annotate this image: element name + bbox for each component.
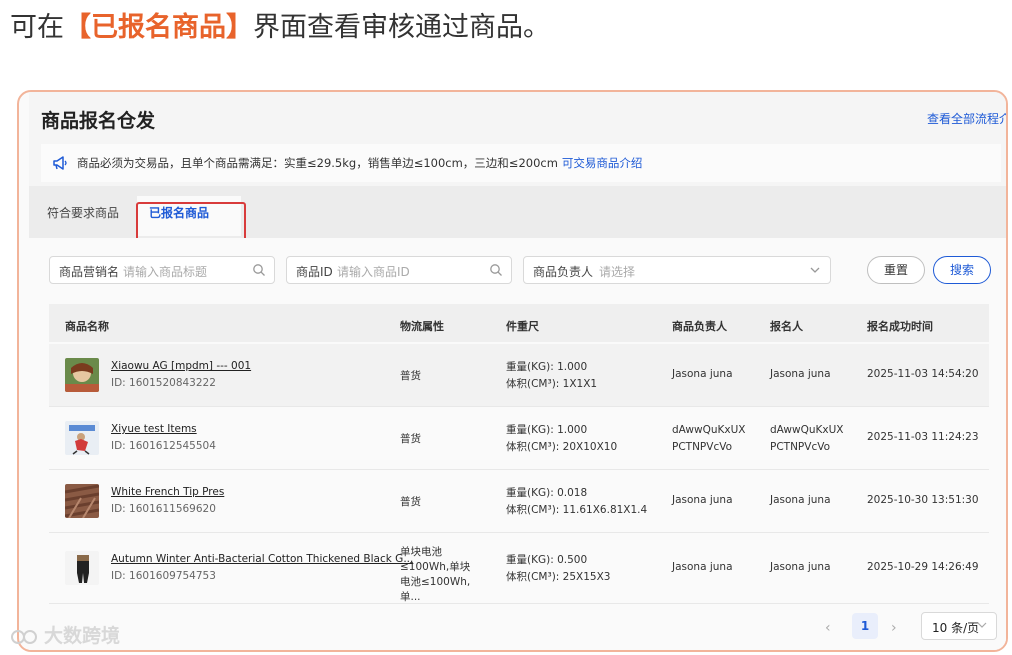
megaphone-icon — [53, 156, 67, 170]
logistics-cell: 单块电池≤100Wh,单块电池≤100Wh,单... — [400, 546, 471, 603]
table-row: White French Tip Pres ID: 1601611569620 … — [49, 470, 989, 533]
pagination-next-button[interactable]: › — [891, 620, 897, 636]
registrant-cell: dAwwQuKxUX PCTNPVcVo — [770, 422, 844, 456]
marketing-name-input[interactable]: 商品营销名 请输入商品标题 — [49, 256, 275, 284]
marketing-name-label: 商品营销名 — [59, 265, 120, 279]
weight-cell: 重量(KG): 0.018 — [506, 487, 588, 499]
logistics-cell: 普货 — [400, 433, 421, 445]
tab-eligible-items[interactable]: 符合要求商品 — [47, 204, 119, 221]
time-cell: 2025-11-03 14:54:20 — [867, 368, 979, 380]
logistics-cell: 普货 — [400, 370, 421, 382]
page-size-value: 10 条/页 — [932, 621, 980, 635]
product-name-link[interactable]: Xiaowu AG [mpdm] --- 001 — [111, 360, 251, 372]
search-icon[interactable] — [252, 263, 266, 277]
pagination-page-1[interactable]: 1 — [852, 613, 878, 639]
time-cell: 2025-11-03 11:24:23 — [867, 431, 979, 443]
product-id: ID: 1601609754753 — [111, 570, 216, 582]
reset-button[interactable]: 重置 — [867, 256, 925, 284]
owner-cell: dAwwQuKxUX PCTNPVcVo — [672, 422, 746, 456]
volume-cell: 体积(CM³): 11.61X6.81X1.4 — [506, 504, 648, 516]
watermark-text: 大数跨境 — [44, 625, 121, 647]
header-registrant: 报名人 — [770, 320, 803, 333]
table-row: Xiyue test Items ID: 1601612545504 普货 重量… — [49, 407, 989, 470]
caption-suffix: 界面查看审核通过商品。 — [253, 12, 550, 43]
header-owner: 商品负责人 — [672, 320, 727, 333]
product-id-label: 商品ID — [296, 265, 333, 279]
table-row: Xiaowu AG [mpdm] --- 001 ID: 16015208432… — [49, 344, 989, 407]
owner-select[interactable]: 商品负责人 请选择 — [523, 256, 831, 284]
product-thumbnail — [65, 551, 99, 585]
volume-cell: 体积(CM³): 25X15X3 — [506, 571, 611, 583]
product-thumbnail — [65, 358, 99, 392]
product-thumbnail — [65, 421, 99, 455]
owner-cell: Jasona juna — [672, 561, 733, 573]
watermark: 大数跨境 — [10, 621, 120, 648]
table-row: Autumn Winter Anti-Bacterial Cotton Thic… — [49, 533, 989, 604]
time-cell: 2025-10-30 13:51:30 — [867, 494, 979, 506]
owner-cell: Jasona juna — [672, 368, 733, 380]
header-registered-time: 报名成功时间 — [867, 320, 933, 333]
caption-highlight: 【已报名商品】 — [64, 12, 253, 43]
caption-prefix: 可在 — [10, 12, 64, 43]
annotation-highlight-box — [136, 202, 246, 243]
owner-placeholder: 请选择 — [599, 265, 636, 279]
content-area: 商品营销名 请输入商品标题 商品ID 请输入商品ID 商品负责人 请选择 重置 … — [29, 238, 1006, 650]
product-name-link[interactable]: Xiyue test Items — [111, 423, 197, 435]
owner-line: dAwwQuKxUX — [672, 424, 746, 436]
registrant-line: dAwwQuKxUX — [770, 424, 844, 436]
pagination-prev-button[interactable]: ‹ — [825, 620, 831, 636]
owner-label: 商品负责人 — [533, 265, 594, 279]
product-id: ID: 1601611569620 — [111, 503, 216, 515]
chevron-down-icon — [810, 267, 820, 273]
header-weight-size: 件重尺 — [506, 320, 539, 333]
owner-cell: Jasona juna — [672, 494, 733, 506]
weight-cell: 重量(KG): 1.000 — [506, 424, 588, 436]
page-title: 商品报名仓发 — [41, 110, 156, 132]
registrant-cell: Jasona juna — [770, 494, 831, 506]
product-id: ID: 1601520843222 — [111, 377, 216, 389]
product-name-link[interactable]: White French Tip Pres — [111, 486, 224, 498]
chevron-down-icon — [977, 622, 987, 628]
table-header: 商品名称 物流属性 件重尺 商品负责人 报名人 报名成功时间 — [49, 304, 989, 342]
header-product-name: 商品名称 — [65, 320, 109, 333]
owner-line: PCTNPVcVo — [672, 441, 733, 453]
registrant-cell: Jasona juna — [770, 368, 831, 380]
registrant-line: PCTNPVcVo — [770, 441, 831, 453]
weight-cell: 重量(KG): 1.000 — [506, 361, 588, 373]
notice-text: 商品必须为交易品，且单个商品需满足：实重≤29.5kg，销售单边≤100cm，三… — [77, 156, 558, 170]
search-button[interactable]: 搜索 — [933, 256, 991, 284]
volume-cell: 体积(CM³): 1X1X1 — [506, 378, 598, 390]
product-id: ID: 1601612545504 — [111, 440, 216, 452]
panel: 商品报名仓发 查看全部流程介绍 商品必须为交易品，且单个商品需满足：实重≤29.… — [29, 92, 1006, 650]
product-name-link[interactable]: Autumn Winter Anti-Bacterial Cotton Thic… — [111, 553, 413, 565]
registrant-cell: Jasona juna — [770, 561, 831, 573]
tradeable-items-link[interactable]: 可交易商品介绍 — [562, 156, 643, 170]
header-logistics: 物流属性 — [400, 320, 444, 333]
caption: 可在【已报名商品】界面查看审核通过商品。 — [10, 8, 550, 48]
volume-cell: 体积(CM³): 20X10X10 — [506, 441, 618, 453]
page-size-select[interactable]: 10 条/页 — [921, 612, 997, 640]
logistics-cell: 普货 — [400, 496, 421, 508]
product-id-placeholder: 请输入商品ID — [337, 265, 410, 279]
marketing-name-placeholder: 请输入商品标题 — [123, 265, 208, 279]
product-thumbnail — [65, 484, 99, 518]
view-process-link[interactable]: 查看全部流程介绍 — [927, 110, 1006, 127]
time-cell: 2025-10-29 14:26:49 — [867, 561, 979, 573]
weight-cell: 重量(KG): 0.500 — [506, 554, 588, 566]
search-icon[interactable] — [489, 263, 503, 277]
notice-bar: 商品必须为交易品，且单个商品需满足：实重≤29.5kg，销售单边≤100cm，三… — [41, 144, 1001, 182]
product-id-input[interactable]: 商品ID 请输入商品ID — [286, 256, 512, 284]
watermark-logo-icon — [11, 629, 37, 644]
screenshot-frame: 商品报名仓发 查看全部流程介绍 商品必须为交易品，且单个商品需满足：实重≤29.… — [17, 90, 1008, 652]
